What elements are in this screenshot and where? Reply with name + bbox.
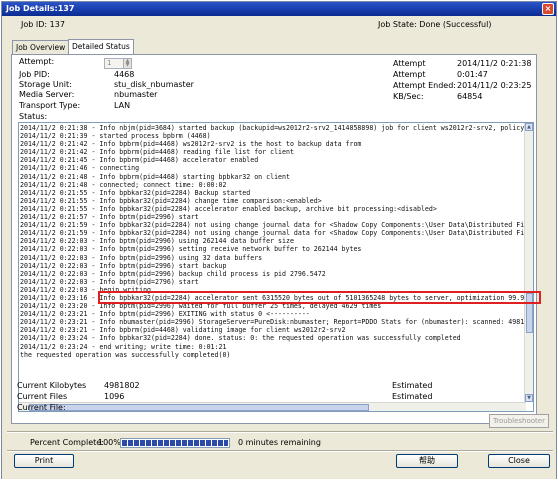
status-label: Status: (19, 112, 48, 121)
transport-type-label: Transport Type: (19, 101, 81, 110)
attempt-ended-label: Attempt Ended: (393, 81, 456, 90)
job-pid-value: 4468 (114, 70, 135, 79)
attempt-label: Attempt: (19, 57, 55, 66)
percent-complete-label: Percent Complete: (30, 438, 104, 447)
log-line: 2014/11/2 0:21:42 - Info bpbrm(pid=4468)… (20, 140, 362, 149)
log-line: 2014/11/2 0:21:59 - Info bpbkar32(pid=22… (20, 221, 525, 230)
log-line: the requested operation was successfully… (20, 350, 231, 359)
current-file-label: Current File: (17, 403, 66, 412)
help-button[interactable]: 帮助 (396, 454, 458, 468)
time-remaining: 0 minutes remaining (238, 438, 321, 447)
log-line: 2014/11/2 0:21:57 - Info bptm(pid=2996) … (20, 213, 199, 222)
kb-sec-value: 64854 (457, 92, 483, 101)
attempt-started-value: 2014/11/2 0:21:38 (457, 59, 532, 68)
percent-complete-value: 100% (98, 438, 121, 447)
log-line: 2014/11/2 0:22:03 - Info bptm(pid=2796) … (20, 277, 199, 286)
log-line: 2014/11/2 0:21:38 - Info nbjm(pid=3684) … (20, 124, 525, 132)
log-line: 2014/11/2 0:23:24 - end writing; write t… (20, 342, 227, 351)
storage-unit-value: stu_disk_nbumaster (114, 80, 194, 89)
attempt-value: 1 (107, 59, 112, 67)
current-kilobytes-label: Current Kilobytes (17, 381, 87, 390)
log-horizontal-thumb[interactable] (29, 404, 369, 411)
status-log-lines: 2014/11/2 0:21:38 - Info nbjm(pid=3684) … (20, 124, 525, 401)
log-line: 2014/11/2 0:23:21 - Info nbumaster(pid=2… (20, 318, 525, 327)
attempt-started-label: Attempt (393, 59, 426, 68)
status-bar (2, 470, 556, 479)
tab-detailed-status[interactable]: Detailed Status (68, 39, 134, 54)
log-line: 2014/11/2 0:23:21 - Info bptm(pid=2996) … (20, 310, 310, 319)
divider (7, 431, 553, 433)
log-line: 2014/11/2 0:21:55 - Info bpbkar32(pid=22… (20, 204, 437, 213)
print-button[interactable]: Print (14, 454, 74, 468)
media-server-value: nbumaster (114, 90, 158, 99)
troubleshooter-button[interactable]: Troubleshooter (489, 414, 549, 428)
title-bar[interactable]: Job Details:137 × (2, 2, 556, 16)
log-line: 2014/11/2 0:22:03 - begin writing (20, 285, 152, 294)
log-line: 2014/11/2 0:21:55 - Info bpbkar32(pid=22… (20, 188, 251, 197)
close-button[interactable]: Close (488, 454, 550, 468)
attempt-row: Attempt: 1 ▲ ▼ (12, 57, 212, 69)
attempt-spinner[interactable]: 1 ▲ ▼ (104, 58, 132, 69)
scroll-up-icon[interactable]: ▲ (525, 123, 533, 131)
log-line: 2014/11/2 0:22:03 - Info bptm(pid=2996) … (20, 245, 362, 254)
divider (7, 450, 553, 452)
log-line: 2014/11/2 0:23:20 - Info bptm(pid=2996) … (20, 302, 382, 311)
log-line: 2014/11/2 0:22:03 - Info bptm(pid=2996) … (20, 269, 326, 278)
log-line: 2014/11/2 0:23:24 - Info bpbkar32(pid=22… (20, 334, 461, 343)
close-icon[interactable]: × (542, 3, 554, 15)
log-horizontal-scrollbar[interactable] (19, 402, 526, 411)
job-id-label: Job ID: 137 (21, 20, 65, 29)
media-server-label: Media Server: (19, 90, 75, 99)
log-line: 2014/11/2 0:21:48 - connected; connect t… (20, 180, 227, 189)
status-log[interactable]: 2014/11/2 0:21:38 - Info nbjm(pid=3684) … (18, 122, 534, 412)
log-vertical-thumb[interactable] (526, 293, 533, 333)
log-line: 2014/11/2 0:22:03 - Info bptm(pid=2996) … (20, 253, 263, 262)
window-title: Job Details:137 (6, 4, 75, 13)
files-estimated-label: Estimated (392, 392, 433, 401)
job-pid-row: Job PID: (12, 70, 50, 80)
attempt-ended-value: 2014/11/2 0:23:25 (457, 81, 532, 90)
log-line: 2014/11/2 0:21:55 - Info bpbkar32(pid=22… (20, 196, 322, 205)
log-line: 2014/11/2 0:21:42 - Info bpbrm(pid=4468)… (20, 148, 294, 157)
log-line: 2014/11/2 0:22:03 - Info bptm(pid=2996) … (20, 261, 227, 270)
log-line: 2014/11/2 0:21:46 - connecting (20, 164, 140, 173)
attempt-elapsed-value: 0:01:47 (457, 70, 488, 79)
attempt-elapsed-label: Attempt (393, 70, 426, 79)
current-files-value: 1096 (104, 392, 125, 401)
log-line: 2014/11/2 0:23:16 - Info bpbkar32(pid=22… (20, 293, 525, 302)
current-kilobytes-value: 4981802 (104, 381, 140, 390)
scroll-down-icon[interactable]: ▼ (525, 394, 533, 402)
log-line: 2014/11/2 0:23:21 - Info bpbrm(pid=4468)… (20, 326, 346, 335)
kilobytes-estimated-label: Estimated (392, 381, 433, 390)
tab-job-overview[interactable]: Job Overview (12, 40, 70, 54)
log-line: 2014/11/2 0:21:48 - Info bpbrm(pid=4468)… (20, 172, 290, 181)
storage-unit-label: Storage Unit: (19, 80, 72, 89)
job-state-label: Job State: Done (Successful) (378, 20, 492, 29)
kb-sec-label: KB/Sec: (393, 92, 424, 101)
current-files-label: Current Files (17, 392, 68, 401)
spinner-arrows-icon[interactable]: ▲ ▼ (123, 59, 131, 68)
transport-type-value: LAN (114, 101, 131, 110)
log-line: 2014/11/2 0:21:59 - Info bpbkar32(pid=22… (20, 229, 525, 238)
detailed-status-panel: Attempt: 1 ▲ ▼ Job PID: 4468 Storage Unit… (11, 54, 537, 424)
log-line: 2014/11/2 0:21:45 - Info bpbrm(pid=4468)… (20, 156, 259, 165)
job-details-window: Job Details:137 × Job ID: 137 Job State:… (1, 1, 557, 479)
job-pid-label: Job PID: (19, 70, 50, 79)
log-line: 2014/11/2 0:22:03 - Info bptm(pid=2996) … (20, 237, 294, 246)
log-line: 2014/11/2 0:21:39 - started process bpbr… (20, 132, 211, 141)
progress-bar-fill (122, 440, 228, 446)
log-vertical-scrollbar[interactable]: ▲ ▼ (524, 123, 533, 402)
progress-bar (120, 438, 230, 448)
